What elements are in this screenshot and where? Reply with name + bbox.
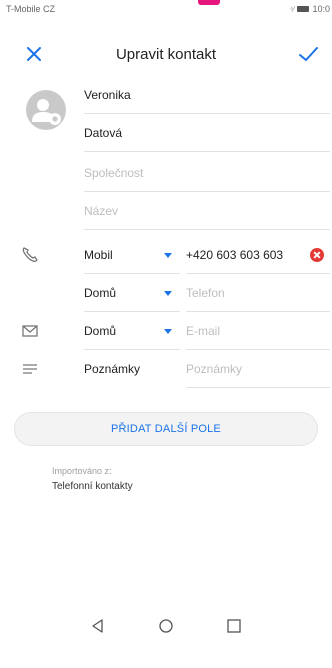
chevron-down-icon [164, 291, 172, 296]
company-field[interactable]: Společnost [84, 154, 330, 192]
phone-number-field[interactable]: +420 603 603 603 [186, 236, 330, 274]
status-bar: T-Mobile CZ ⁴⁄ 10:0 [0, 0, 332, 22]
app-bar: Upravit kontakt [0, 34, 332, 74]
phone-number-value: +420 603 603 603 [186, 248, 284, 262]
back-icon[interactable] [90, 618, 106, 634]
email-type-select[interactable]: Domů [84, 312, 180, 350]
phone-row: Mobil +420 603 603 603 [0, 236, 332, 274]
last-name-field[interactable]: Datová [84, 114, 330, 152]
notes-icon [23, 364, 37, 374]
signal-icon: ⁴⁄ [289, 4, 295, 14]
carrier-name: T-Mobile CZ [6, 4, 56, 14]
home-icon[interactable] [158, 618, 174, 634]
phone2-type-select[interactable]: Domů [84, 274, 180, 312]
brand-mark [198, 0, 220, 5]
recent-apps-icon[interactable] [226, 618, 242, 634]
save-button[interactable] [296, 42, 320, 66]
email-row: Domů E-mail [0, 312, 332, 350]
clear-icon[interactable] [310, 248, 324, 262]
status-indicators: ⁴⁄ 10:0 [290, 4, 330, 14]
avatar[interactable] [26, 90, 66, 130]
chevron-down-icon [164, 253, 172, 258]
phone-type-label: Mobil [84, 248, 113, 262]
email-type-label: Domů [84, 324, 117, 338]
check-icon [299, 47, 318, 61]
phone-icon [22, 247, 38, 263]
phone2-type-label: Domů [84, 286, 117, 300]
email-icon [22, 325, 38, 337]
import-label: Importováno z: [52, 466, 112, 476]
navigation-bar [0, 604, 332, 648]
page-title: Upravit kontakt [115, 46, 217, 63]
phone2-number-field[interactable]: Telefon [186, 274, 330, 312]
person-camera-icon [32, 99, 61, 125]
phone-type-select[interactable]: Mobil [84, 236, 180, 274]
chevron-down-icon [164, 329, 172, 334]
add-field-button[interactable]: PŘIDAT DALŠÍ POLE [14, 412, 318, 446]
notes-field[interactable]: Poznámky [186, 350, 330, 388]
notes-row: Poznámky Poznámky [0, 350, 332, 388]
phone2-row: Domů Telefon [0, 274, 332, 312]
notes-label: Poznámky [84, 362, 141, 376]
battery-icon [297, 6, 310, 12]
email-field[interactable]: E-mail [186, 312, 330, 350]
first-name-field[interactable]: Veronika [84, 76, 330, 114]
job-title-field[interactable]: Název [84, 192, 330, 230]
import-source: Telefonní kontakty [52, 481, 133, 492]
clock: 10:0 [312, 4, 330, 14]
